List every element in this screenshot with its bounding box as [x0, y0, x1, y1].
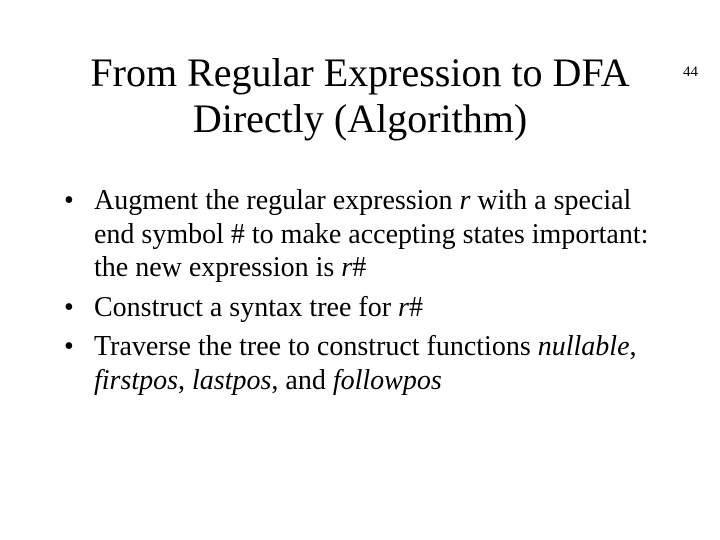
- text: Traverse the tree to construct functions: [94, 331, 538, 362]
- text: ,: [178, 365, 192, 396]
- text: ,: [630, 331, 637, 362]
- slide-body: Augment the regular expression r with a …: [60, 184, 660, 398]
- title-line-1: From Regular Expression to DFA: [90, 50, 629, 95]
- text: Construct a syntax tree for: [94, 292, 398, 323]
- text: #: [352, 252, 366, 283]
- fn-nullable: nullable: [538, 331, 630, 362]
- slide: 44 From Regular Expression to DFA Direct…: [0, 50, 720, 540]
- bullet-list: Augment the regular expression r with a …: [60, 184, 660, 398]
- fn-firstpos: firstpos: [94, 365, 178, 396]
- fn-lastpos: lastpos: [192, 365, 271, 396]
- page-number: 44: [683, 64, 698, 81]
- text: #: [409, 292, 423, 323]
- var-r: r: [459, 185, 470, 216]
- fn-followpos: followpos: [333, 365, 442, 396]
- bullet-item: Construct a syntax tree for r#: [60, 291, 660, 325]
- title-line-2: Directly (Algorithm): [193, 96, 527, 141]
- bullet-item: Traverse the tree to construct functions…: [60, 330, 660, 397]
- var-r: r: [398, 292, 409, 323]
- bullet-item: Augment the regular expression r with a …: [60, 184, 660, 285]
- text: Augment the regular expression: [94, 185, 459, 216]
- var-r: r: [341, 252, 352, 283]
- slide-title: From Regular Expression to DFA Directly …: [40, 50, 680, 142]
- text: , and: [271, 365, 332, 396]
